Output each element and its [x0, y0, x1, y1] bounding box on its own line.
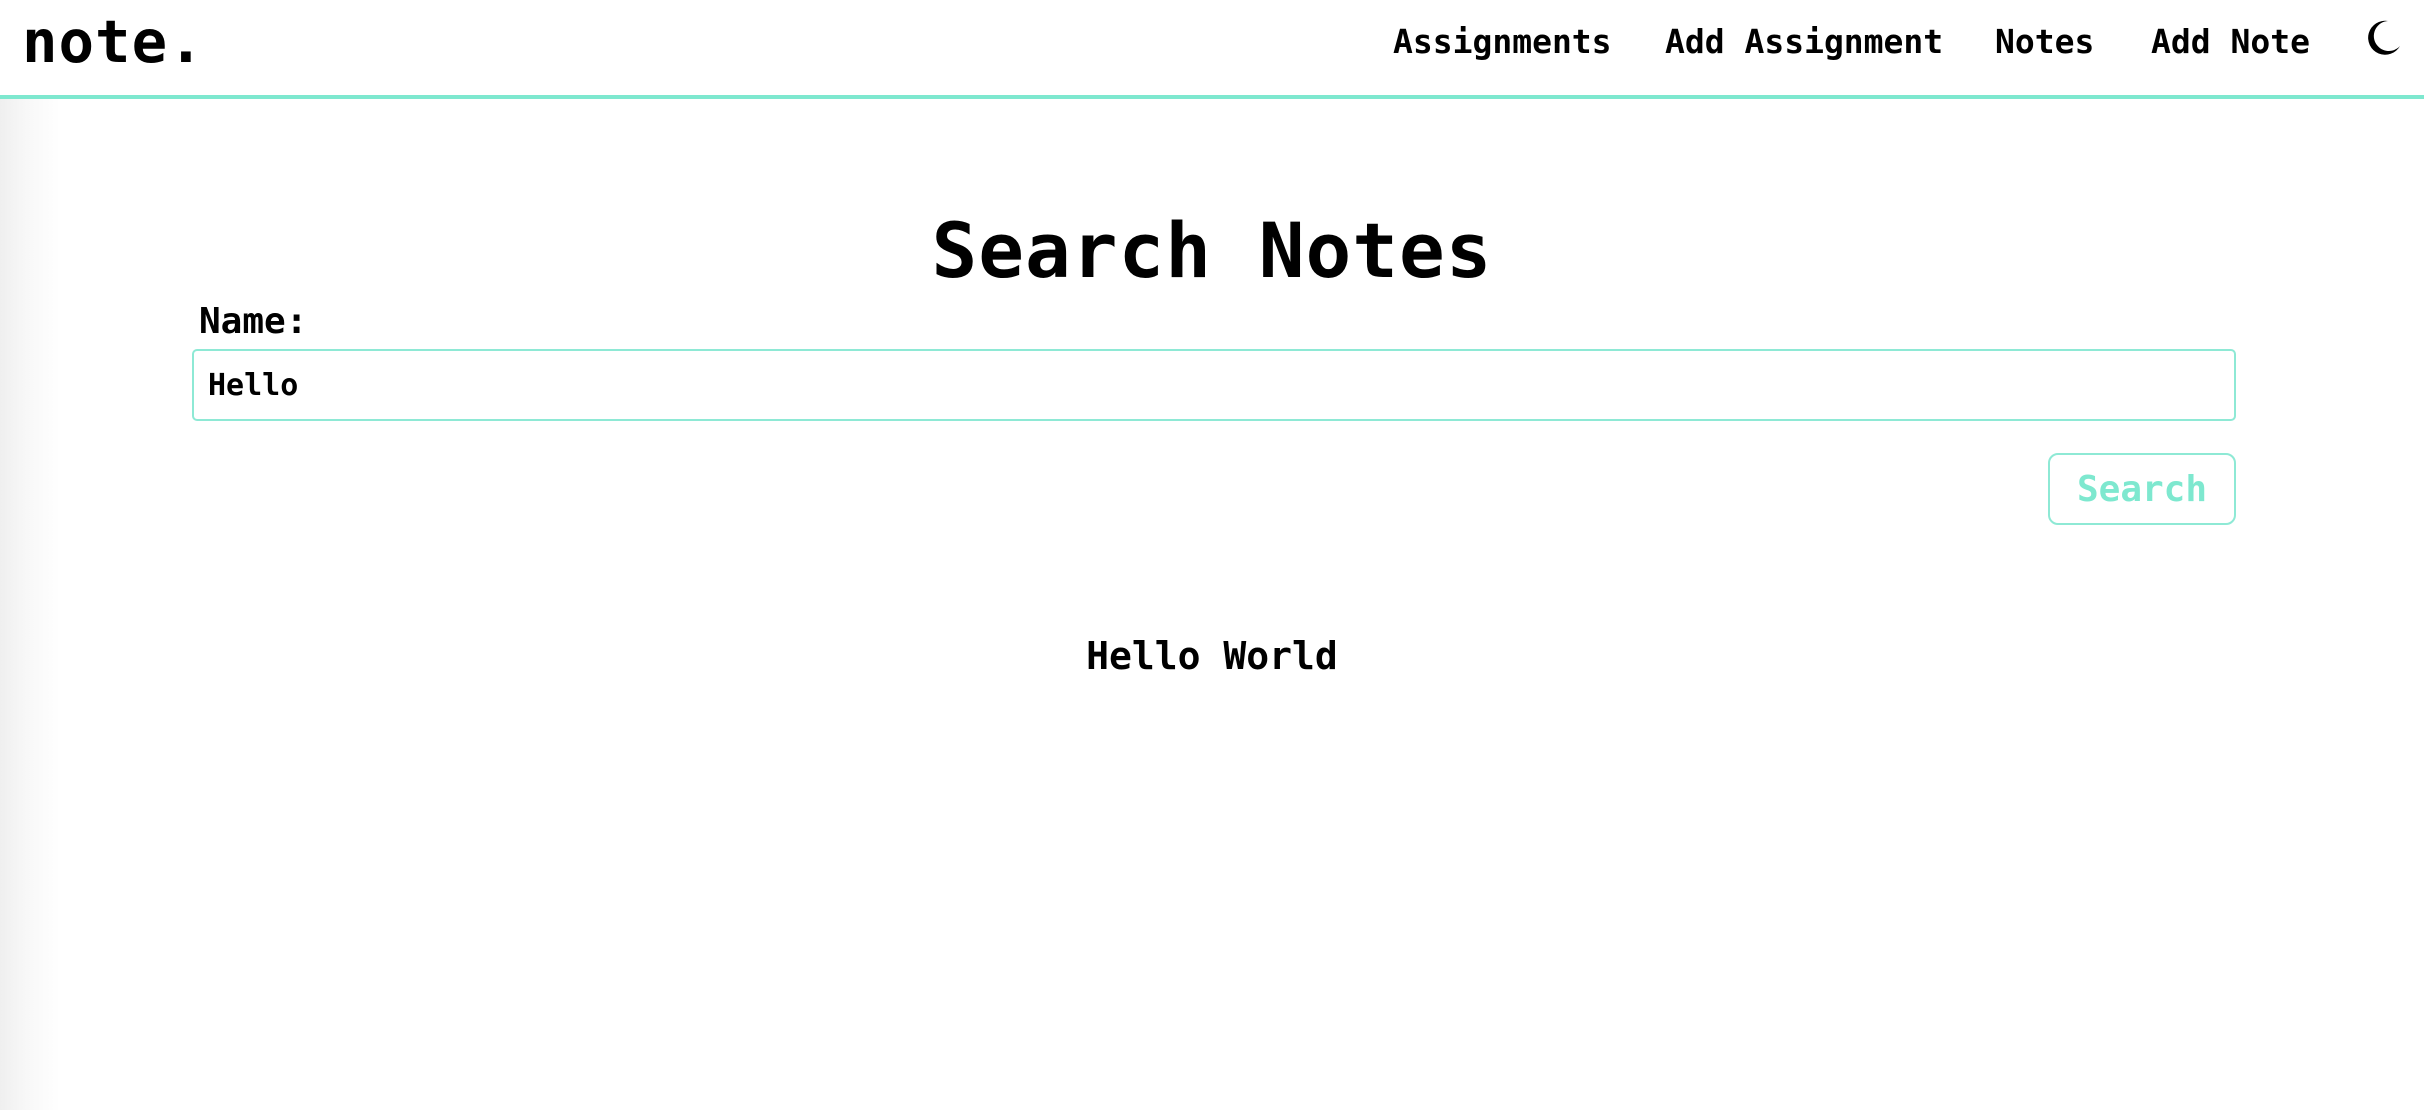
- page-title: Search Notes: [931, 205, 1493, 295]
- page: note. Assignments Add Assignment Notes A…: [0, 0, 2424, 1110]
- name-label: Name:: [199, 301, 308, 342]
- nav-add-assignment-link[interactable]: Add Assignment: [1665, 22, 1943, 62]
- moon-icon-graphic: [2368, 20, 2400, 55]
- search-result-item[interactable]: Hello World: [0, 632, 2424, 680]
- search-input[interactable]: [192, 349, 2236, 421]
- search-button[interactable]: Search: [2048, 453, 2236, 525]
- brand-logo[interactable]: note.: [22, 8, 205, 76]
- nav-add-note-link[interactable]: Add Note: [2151, 22, 2310, 62]
- nav-notes-link[interactable]: Notes: [1995, 22, 2094, 62]
- top-navbar: note. Assignments Add Assignment Notes A…: [0, 0, 2424, 99]
- nav-assignments-link[interactable]: Assignments: [1393, 22, 1612, 62]
- moon-icon[interactable]: [2362, 17, 2404, 59]
